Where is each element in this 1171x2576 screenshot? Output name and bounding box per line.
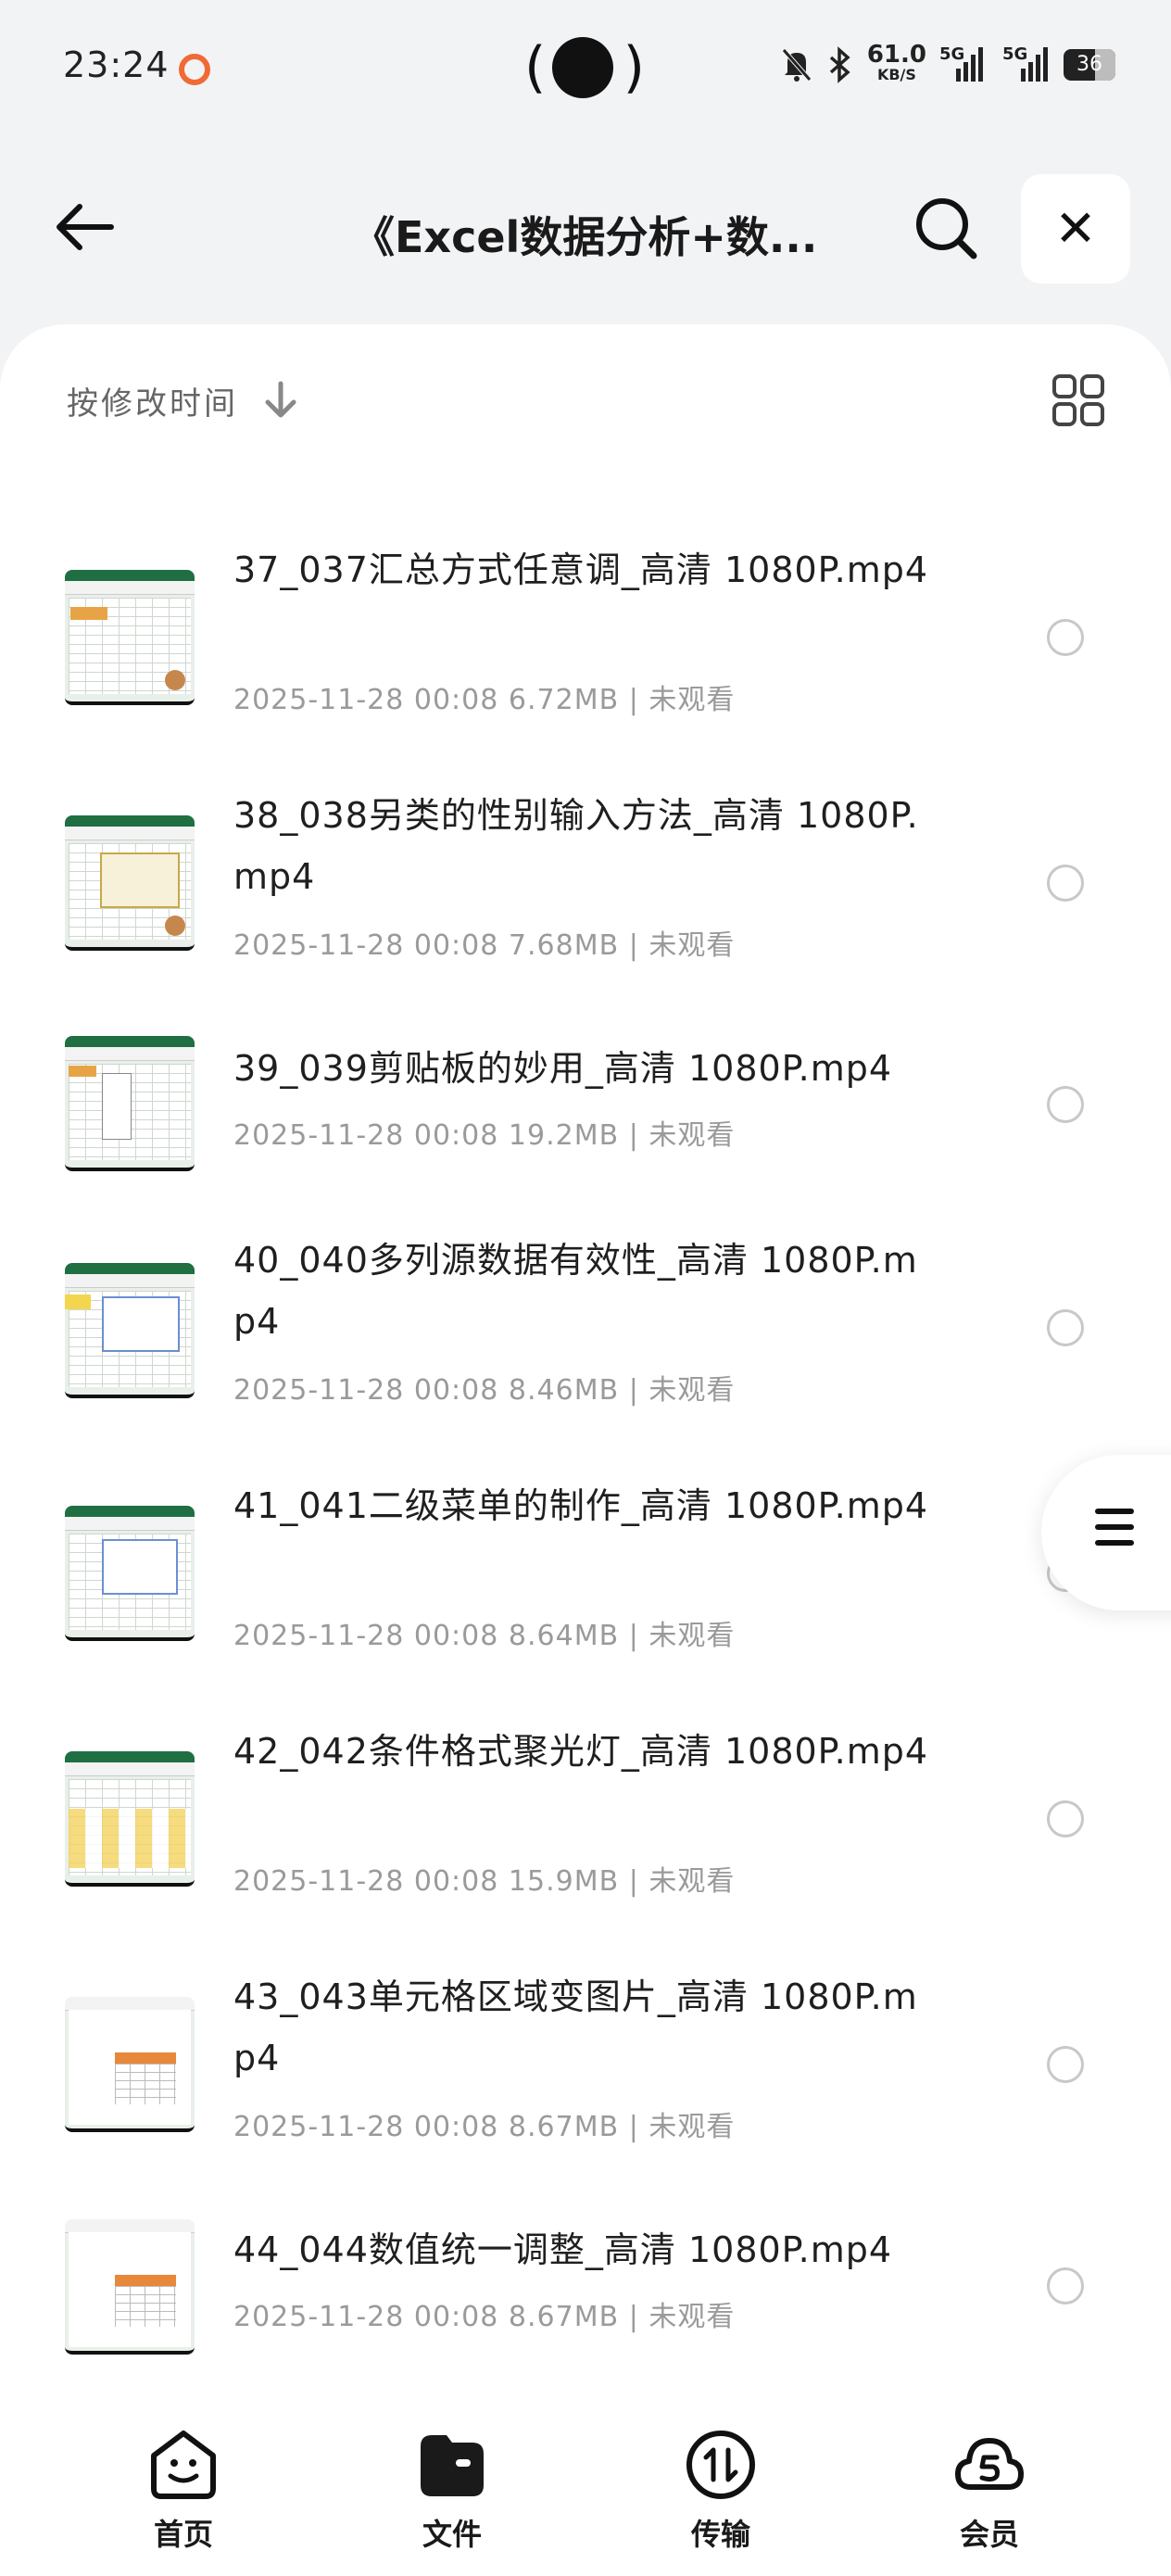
status-bar: 23:24 ( ) 61.0 KB/S 5G 5G 36 xyxy=(0,0,1171,139)
video-thumbnail xyxy=(65,1263,195,1398)
bottom-nav: 首页 文件 传输 会员 xyxy=(0,2409,1171,2576)
nav-label: 首页 xyxy=(153,2517,213,2552)
top-header: 《Excel数据分析+数... ✕ xyxy=(0,158,1171,297)
file-name: 44_044数值统一调整_高清 1080P.mp4 xyxy=(233,2229,893,2270)
video-thumbnail xyxy=(65,815,195,951)
search-button[interactable] xyxy=(913,195,979,261)
select-radio[interactable] xyxy=(1047,865,1084,902)
select-radio[interactable] xyxy=(1047,1800,1084,1837)
sort-down-arrow-icon xyxy=(265,381,296,418)
video-thumbnail xyxy=(65,1506,195,1641)
close-button[interactable]: ✕ xyxy=(1021,174,1130,284)
file-meta: 2025-11-28 00:08 8.67MB | 未观看 xyxy=(233,2301,736,2333)
folder-icon xyxy=(421,2435,484,2496)
nav-home[interactable]: 首页 xyxy=(109,2428,258,2567)
bluetooth-icon xyxy=(829,46,850,83)
grid-view-icon xyxy=(1052,374,1104,426)
status-icons: 61.0 KB/S 5G 5G 36 xyxy=(780,37,1115,93)
file-meta: 2025-11-28 00:08 19.2MB | 未观看 xyxy=(233,1119,736,1152)
file-name: 39_039剪贴板的妙用_高清 1080P.mp4 xyxy=(233,1048,893,1089)
select-radio[interactable] xyxy=(1047,619,1084,656)
file-name: 41_041二级菜单的制作_高清 1080P.mp4 xyxy=(233,1485,929,1526)
transfer-icon xyxy=(686,2431,755,2499)
file-name: 43_043单元格区域变图片_高清 1080P.mp4 xyxy=(233,1976,918,2078)
file-name: 40_040多列源数据有效性_高清 1080P.mp4 xyxy=(233,1240,918,1342)
nav-transfer[interactable]: 传输 xyxy=(647,2428,795,2567)
camera-cutout: ( ) xyxy=(524,35,645,100)
recording-icon xyxy=(179,54,210,85)
select-radio[interactable] xyxy=(1047,1309,1084,1346)
video-thumbnail xyxy=(65,2219,195,2355)
select-radio[interactable] xyxy=(1047,1086,1084,1123)
network-speed: 61.0 KB/S xyxy=(866,41,926,83)
grid-view-button[interactable] xyxy=(1051,373,1106,428)
battery-icon: 36 xyxy=(1064,49,1115,81)
nav-label: 文件 xyxy=(422,2517,482,2552)
file-list-panel: 按修改时间 37_037汇总方式任意调_高清 1080P.mp4 2025-11… xyxy=(0,324,1171,2576)
video-thumbnail xyxy=(65,1751,195,1887)
nav-label: 会员 xyxy=(959,2517,1019,2552)
select-radio[interactable] xyxy=(1047,2046,1084,2083)
back-button[interactable] xyxy=(52,199,117,255)
file-meta: 2025-11-28 00:08 8.46MB | 未观看 xyxy=(233,1374,736,1407)
back-arrow-icon xyxy=(57,204,114,250)
menu-icon xyxy=(1095,1509,1134,1557)
file-name: 42_042条件格式聚光灯_高清 1080P.mp4 xyxy=(233,1731,929,1772)
nav-files[interactable]: 文件 xyxy=(378,2428,526,2567)
video-thumbnail xyxy=(65,1997,195,2132)
file-name: 38_038另类的性别输入方法_高清 1080P.mp4 xyxy=(233,795,919,897)
nav-label: 传输 xyxy=(690,2517,750,2552)
close-icon: ✕ xyxy=(1054,199,1097,258)
signal-5g-icon-2: 5G xyxy=(999,44,1051,85)
mute-bell-icon xyxy=(781,48,812,82)
file-meta: 2025-11-28 00:08 8.67MB | 未观看 xyxy=(233,2111,736,2143)
signal-5g-icon: 5G xyxy=(939,44,986,85)
nav-vip[interactable]: 会员 xyxy=(915,2428,1064,2567)
page-title: 《Excel数据分析+数... xyxy=(352,212,815,262)
select-radio[interactable] xyxy=(1047,2267,1084,2305)
home-face-icon xyxy=(151,2431,216,2499)
video-thumbnail xyxy=(65,1036,195,1171)
file-meta: 2025-11-28 00:08 6.72MB | 未观看 xyxy=(233,684,736,716)
file-meta: 2025-11-28 00:08 7.68MB | 未观看 xyxy=(233,929,736,962)
sort-toggle[interactable]: 按修改时间 xyxy=(67,373,299,428)
sort-label: 按修改时间 xyxy=(67,385,238,423)
search-icon xyxy=(916,198,977,259)
file-name: 37_037汇总方式任意调_高清 1080P.mp4 xyxy=(233,549,929,590)
file-meta: 2025-11-28 00:08 8.64MB | 未观看 xyxy=(233,1620,736,1652)
video-thumbnail xyxy=(65,570,195,705)
file-meta: 2025-11-28 00:08 15.9MB | 未观看 xyxy=(233,1865,736,1898)
vip-cloud-icon xyxy=(955,2438,1024,2490)
status-time: 23:24 xyxy=(63,44,170,85)
